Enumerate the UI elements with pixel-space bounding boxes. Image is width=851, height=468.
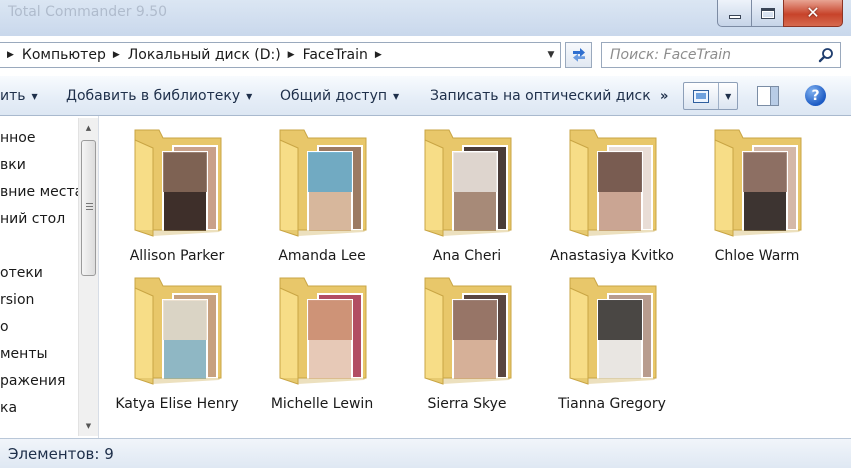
folder-item[interactable]: Ana Cheri [394,122,540,270]
folder-icon [424,129,512,237]
nav-item[interactable]: вние места [0,184,83,200]
close-icon: ✕ [806,3,820,22]
photo-thumbnail [452,293,508,381]
nav-item[interactable]: ражения [0,373,65,389]
item-count: Элементов: 9 [8,445,114,463]
folder-icon [569,277,657,385]
organize-label: ить [0,88,26,104]
add-to-library-label: Добавить в библиотеку [66,88,241,104]
scroll-down-icon[interactable]: ▼ [79,418,98,434]
large-icons-view-icon [693,89,710,103]
nav-item[interactable]: менты [0,346,48,362]
chevron-down-icon: ▼ [393,91,400,101]
grip-line [86,209,93,210]
photo-thumbnail [597,145,653,233]
folder-icon [279,129,367,237]
title-bar: Total Commander 9.50 ✕ [0,0,851,36]
nav-item[interactable]: нное [0,130,36,146]
photo-thumbnail [597,293,653,381]
folder-name: Katya Elise Henry [115,396,239,412]
window-title: Total Commander 9.50 [8,4,168,20]
maximize-icon [760,7,775,19]
grip-line [86,203,93,204]
more-commands-button[interactable]: » [660,76,668,116]
breadcrumb-separator-icon[interactable]: ▶ [368,50,390,60]
nav-item[interactable]: вки [0,157,26,173]
search-input[interactable] [602,43,814,67]
photo-thumbnail [162,293,218,381]
add-to-library-menu[interactable]: Добавить в библиотеку ▼ [66,76,252,116]
folder-item[interactable]: Allison Parker [104,122,250,270]
folder-item[interactable]: Katya Elise Henry [104,270,250,418]
breadcrumb-separator-icon[interactable]: ▶ [281,50,303,60]
burn-button[interactable]: Записать на оптический диск [430,76,651,116]
scroll-up-icon[interactable]: ▲ [79,120,98,136]
breadcrumb: ▶ Компьютер ▶ Локальный диск (D:) ▶ Face… [0,43,390,67]
folder-item[interactable]: Amanda Lee [249,122,395,270]
nav-item[interactable]: о [0,319,9,335]
grip-line [86,206,93,207]
minimize-icon [728,15,741,19]
folder-item[interactable]: Sierra Skye [394,270,540,418]
view-options-chevron-down-icon[interactable]: ▼ [719,83,737,109]
folder-item[interactable]: Tianna Gregory [539,270,685,418]
change-view-button[interactable]: ▼ [683,82,738,110]
folder-item[interactable]: Anastasiya Kvitko [539,122,685,270]
share-label: Общий доступ [280,88,388,104]
refresh-button[interactable] [565,42,592,68]
folder-name: Sierra Skye [427,396,507,412]
photo-thumbnail [307,145,363,233]
folder-name: Amanda Lee [278,248,366,264]
photo-thumbnail [307,293,363,381]
minimize-button[interactable] [717,0,752,27]
breadcrumb-item-facetrain[interactable]: FaceTrain [303,47,368,63]
refresh-icon [572,48,585,62]
breadcrumb-item-computer[interactable]: Компьютер [22,47,106,63]
breadcrumb-separator-icon[interactable]: ▶ [0,50,22,60]
folder-name: Anastasiya Kvitko [550,248,674,264]
address-bar[interactable]: ▶ Компьютер ▶ Локальный диск (D:) ▶ Face… [0,42,561,68]
nav-item[interactable]: rsion [0,292,34,308]
folder-icon [134,277,222,385]
scrollbar-thumb[interactable] [81,140,96,276]
address-history-chevron-down-icon[interactable]: ▼ [544,43,558,67]
folder-icon [569,129,657,237]
view-icon[interactable] [684,83,720,109]
folder-icon [424,277,512,385]
burn-label: Записать на оптический диск [430,88,651,104]
search-box[interactable] [601,42,841,68]
nav-item[interactable]: отеки [0,265,43,281]
folder-item[interactable]: Michelle Lewin [249,270,395,418]
share-menu[interactable]: Общий доступ ▼ [280,76,399,116]
folder-name: Michelle Lewin [270,396,374,412]
close-button[interactable]: ✕ [783,0,843,27]
folder-icon [714,129,802,237]
photo-thumbnail [162,145,218,233]
breadcrumb-item-local-disk[interactable]: Локальный диск (D:) [128,47,281,63]
folder-name: Ana Cheri [432,248,502,264]
chevron-down-icon: ▼ [31,91,38,101]
file-list: Allison Parker Amanda Lee Ana Cheri Anastas… [99,116,851,438]
breadcrumb-separator-icon[interactable]: ▶ [106,50,128,60]
photo-thumbnail [452,145,508,233]
help-icon[interactable]: ? [805,85,826,106]
folder-item[interactable]: Chloe Warm [684,122,830,270]
nav-item[interactable]: ка [0,400,17,416]
photo-thumbnail [742,145,798,233]
folder-name: Allison Parker [129,248,225,264]
search-icon[interactable] [818,47,834,63]
navigation-scrollbar[interactable]: ▲ ▼ [78,118,98,436]
preview-pane-toggle-icon[interactable] [757,86,779,106]
chevron-down-icon: ▼ [246,91,253,101]
folder-name: Chloe Warm [714,248,800,264]
folder-icon [134,129,222,237]
organize-menu[interactable]: ить ▼ [0,76,38,116]
status-bar: Элементов: 9 [0,438,851,468]
nav-item[interactable]: ний стол [0,211,65,227]
folder-name: Tianna Gregory [558,396,666,412]
maximize-button[interactable] [751,0,784,27]
folder-icon [279,277,367,385]
